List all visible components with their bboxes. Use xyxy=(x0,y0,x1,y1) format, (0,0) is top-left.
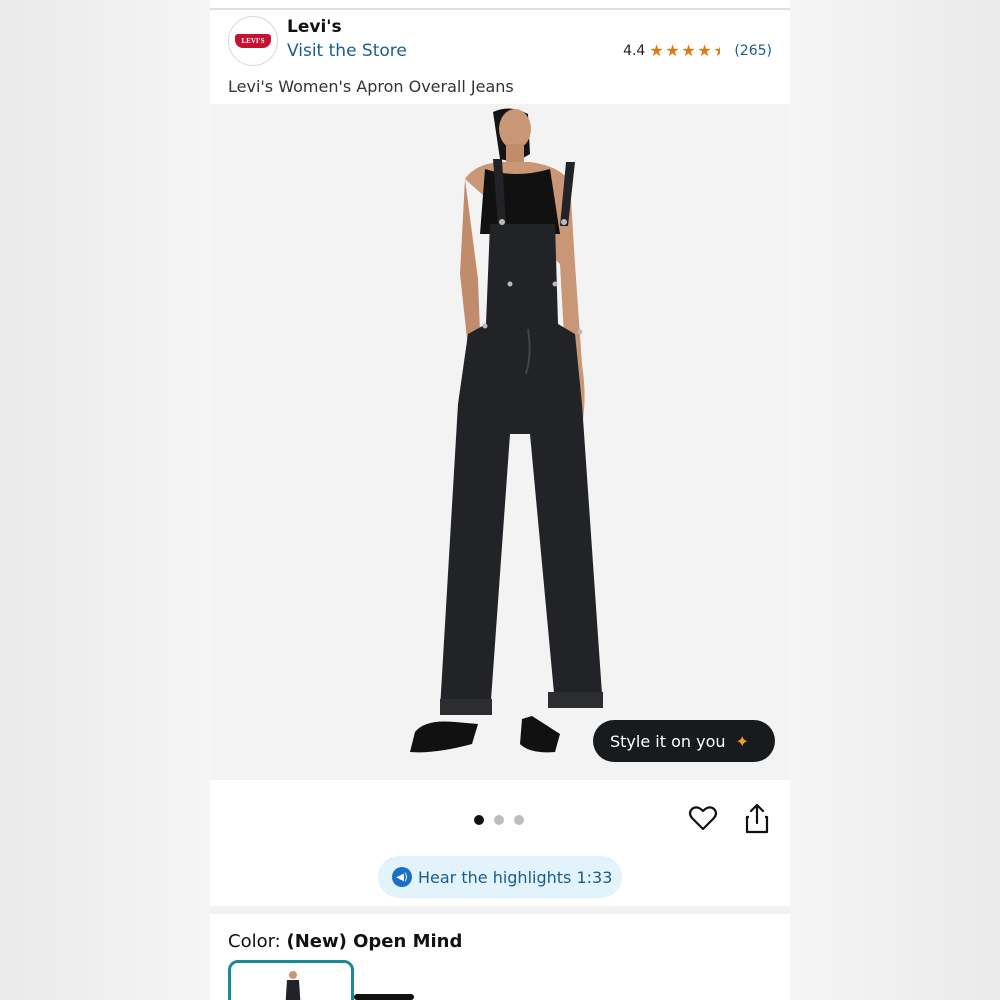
model-photo xyxy=(410,108,603,753)
visit-store-link[interactable]: Visit the Store xyxy=(287,41,407,61)
highlights-label: Hear the highlights 1:33 xyxy=(418,867,613,887)
product-image[interactable]: Style it on you ✦ xyxy=(210,104,790,780)
star-icon: ★ xyxy=(713,41,728,60)
backdrop-right xyxy=(790,0,1000,1000)
rating-value: 4.4 xyxy=(623,43,646,59)
heart-icon[interactable] xyxy=(688,803,718,833)
top-divider xyxy=(210,8,790,10)
rating[interactable]: 4.4 ★ ★ ★ ★ ★ (265) xyxy=(623,43,772,60)
color-selector-label: Color: (New) Open Mind xyxy=(228,931,462,952)
star-icon: ★ xyxy=(681,41,696,60)
style-button-label: Style it on you xyxy=(610,731,726,751)
levis-logo-icon: LEVI'S xyxy=(235,34,271,48)
gallery-dot[interactable] xyxy=(514,815,524,825)
gallery-dot[interactable] xyxy=(494,815,504,825)
style-it-on-you-button[interactable]: Style it on you ✦ xyxy=(593,720,775,762)
color-value: (New) Open Mind xyxy=(286,931,463,952)
rating-count[interactable]: (265) xyxy=(734,43,772,59)
brand-name: Levi's xyxy=(287,17,342,37)
star-rating: ★ ★ ★ ★ ★ xyxy=(649,43,729,59)
audio-icon: ◀) xyxy=(392,867,412,887)
scroll-indicator xyxy=(354,994,414,1000)
color-label: Color: xyxy=(228,931,287,952)
hear-highlights-button[interactable]: ◀) Hear the highlights 1:33 xyxy=(378,856,622,898)
product-page: LEVI'S Levi's Visit the Store 4.4 ★ ★ ★ … xyxy=(210,0,790,1000)
section-divider xyxy=(210,906,790,914)
product-title: Levi's Women's Apron Overall Jeans xyxy=(228,77,514,96)
backdrop-left xyxy=(0,0,210,1000)
gallery-dots xyxy=(474,815,524,825)
star-icon: ★ xyxy=(649,41,664,60)
sparkle-icon: ✦ xyxy=(735,731,749,751)
swatch-thumbnail xyxy=(285,971,301,1000)
color-swatch-selected[interactable] xyxy=(228,960,354,1000)
star-icon: ★ xyxy=(697,41,712,60)
gallery-dot[interactable] xyxy=(474,815,484,825)
brand-logo[interactable]: LEVI'S xyxy=(228,16,278,66)
share-icon[interactable] xyxy=(743,803,771,835)
star-icon: ★ xyxy=(665,41,680,60)
